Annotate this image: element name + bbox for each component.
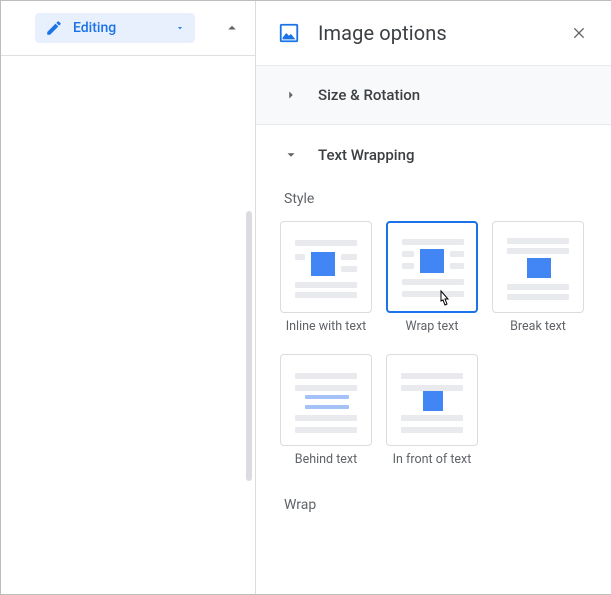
section-text-wrapping[interactable]: Text Wrapping: [256, 125, 611, 185]
image-options-panel: Image options Size & Rotation Text Wrapp…: [256, 1, 611, 594]
section-size-rotation[interactable]: Size & Rotation: [256, 65, 611, 125]
image-icon: [278, 22, 300, 44]
style-option-behind[interactable]: [280, 354, 372, 446]
editing-mode-dropdown[interactable]: Editing: [35, 13, 195, 43]
scrollbar-thumb[interactable]: [246, 211, 252, 481]
collapse-toolbar-button[interactable]: [217, 13, 247, 43]
style-caption: Inline with text: [280, 319, 372, 334]
section-title-size-rotation: Size & Rotation: [318, 86, 420, 104]
chevron-right-icon: [284, 88, 298, 102]
document-area: Editing: [1, 1, 255, 594]
style-caption: In front of text: [386, 452, 478, 467]
close-panel-button[interactable]: [565, 19, 593, 47]
panel-title: Image options: [318, 21, 547, 45]
dropdown-caret-icon: [175, 23, 185, 33]
chevron-down-icon: [284, 148, 298, 162]
wrap-style-grid: Inline with text Wrap text: [256, 221, 611, 481]
toolbar-divider: [1, 55, 255, 56]
style-caption: Wrap text: [386, 319, 478, 334]
panel-header: Image options: [256, 1, 611, 65]
close-icon: [571, 25, 587, 41]
style-option-break[interactable]: [492, 221, 584, 313]
style-caption: Behind text: [280, 452, 372, 467]
pencil-icon: [45, 19, 63, 37]
style-option-infront[interactable]: [386, 354, 478, 446]
style-caption: Break text: [492, 319, 584, 334]
style-option-wrap[interactable]: [386, 221, 478, 313]
editing-mode-label: Editing: [73, 20, 165, 36]
chevron-up-icon: [223, 19, 241, 37]
wrap-heading: Wrap: [256, 487, 611, 513]
style-heading: Style: [256, 185, 611, 221]
style-option-inline[interactable]: [280, 221, 372, 313]
section-title-text-wrapping: Text Wrapping: [318, 146, 414, 164]
